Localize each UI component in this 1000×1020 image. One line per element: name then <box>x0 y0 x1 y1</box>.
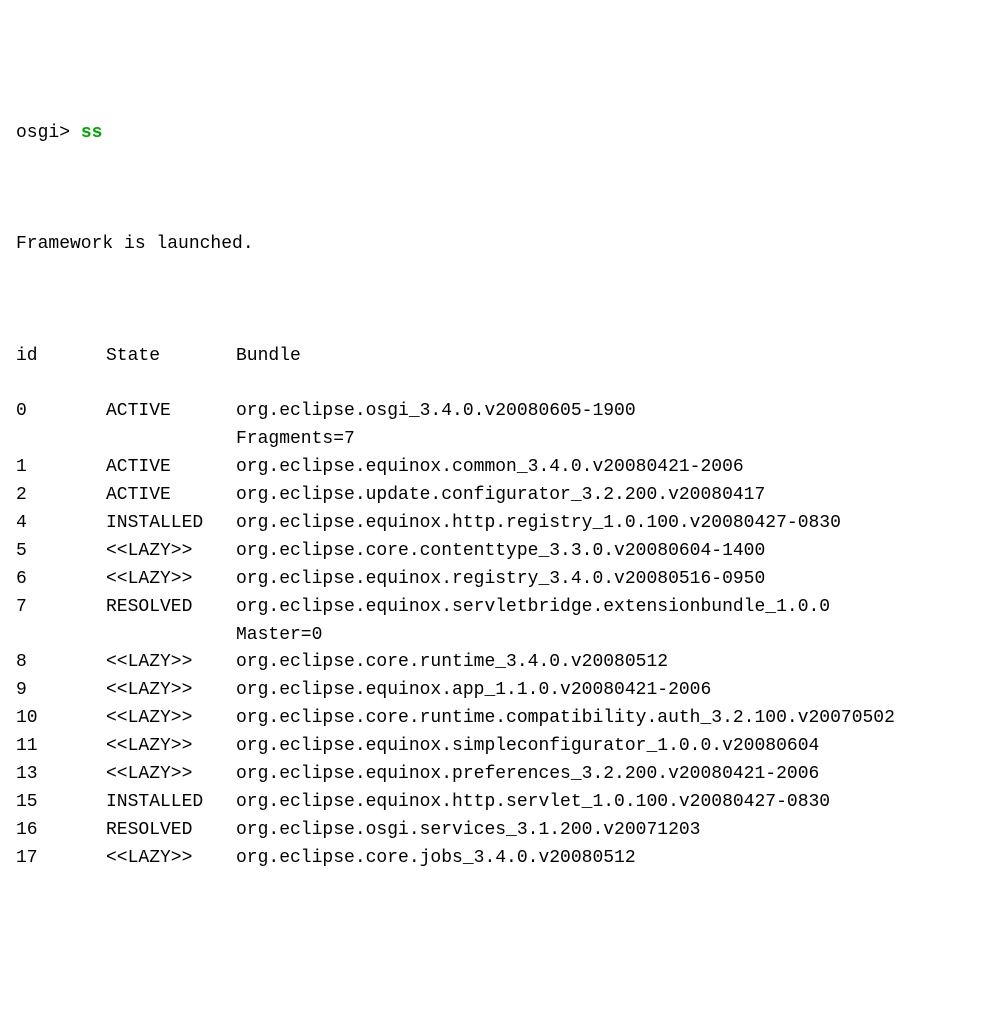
bundle-id: 17 <box>16 845 106 873</box>
bundle-extra: Master=0 <box>236 622 322 650</box>
table-header: idStateBundle <box>16 343 984 371</box>
table-row: 4INSTALLEDorg.eclipse.equinox.http.regis… <box>16 510 984 538</box>
bundle-state: <<LAZY>> <box>106 677 236 705</box>
table-row: 13<<LAZY>>org.eclipse.equinox.preference… <box>16 761 984 789</box>
bundle-state: ACTIVE <box>106 398 236 426</box>
bundle-state: ACTIVE <box>106 454 236 482</box>
header-bundle: Bundle <box>236 343 984 371</box>
table-row: 5<<LAZY>>org.eclipse.core.contenttype_3.… <box>16 538 984 566</box>
blank-line <box>16 287 984 315</box>
bundle-state: RESOLVED <box>106 817 236 845</box>
table-row: 2ACTIVEorg.eclipse.update.configurator_3… <box>16 482 984 510</box>
bundle-name: org.eclipse.core.contenttype_3.3.0.v2008… <box>236 538 984 566</box>
table-row-extra: Fragments=7 <box>16 426 984 454</box>
bundle-state: <<LAZY>> <box>106 733 236 761</box>
prompt-text: osgi> <box>16 123 70 143</box>
command-text: ss <box>81 123 103 143</box>
header-id: id <box>16 343 106 371</box>
blank-line <box>16 175 984 203</box>
table-row: 10<<LAZY>>org.eclipse.core.runtime.compa… <box>16 705 984 733</box>
bundle-name: org.eclipse.equinox.servletbridge.extens… <box>236 594 984 622</box>
bundle-id: 15 <box>16 789 106 817</box>
table-row: 7RESOLVEDorg.eclipse.equinox.servletbrid… <box>16 594 984 622</box>
table-row: 8<<LAZY>>org.eclipse.core.runtime_3.4.0.… <box>16 649 984 677</box>
table-row: 16RESOLVEDorg.eclipse.osgi.services_3.1.… <box>16 817 984 845</box>
bundle-name: org.eclipse.osgi_3.4.0.v20080605-1900 <box>236 398 984 426</box>
bundle-id: 6 <box>16 566 106 594</box>
bundle-name: org.eclipse.equinox.http.registry_1.0.10… <box>236 510 984 538</box>
table-row: 17<<LAZY>>org.eclipse.core.jobs_3.4.0.v2… <box>16 845 984 873</box>
bundle-id: 16 <box>16 817 106 845</box>
bundle-name: org.eclipse.core.runtime.compatibility.a… <box>236 705 984 733</box>
bundle-id: 2 <box>16 482 106 510</box>
status-line: Framework is launched. <box>16 231 984 259</box>
header-state: State <box>106 343 236 371</box>
bundle-id: 9 <box>16 677 106 705</box>
table-row: 0ACTIVEorg.eclipse.osgi_3.4.0.v20080605-… <box>16 398 984 426</box>
extra-indent <box>16 426 236 454</box>
prompt-line[interactable]: osgi> ss <box>16 120 984 148</box>
bundle-state: INSTALLED <box>106 789 236 817</box>
bundle-state: <<LAZY>> <box>106 649 236 677</box>
bundle-name: org.eclipse.equinox.preferences_3.2.200.… <box>236 761 984 789</box>
table-row: 1ACTIVEorg.eclipse.equinox.common_3.4.0.… <box>16 454 984 482</box>
bundle-state: <<LAZY>> <box>106 761 236 789</box>
bundle-id: 8 <box>16 649 106 677</box>
bundle-name: org.eclipse.osgi.services_3.1.200.v20071… <box>236 817 984 845</box>
bundle-state: <<LAZY>> <box>106 705 236 733</box>
table-row: 9<<LAZY>>org.eclipse.equinox.app_1.1.0.v… <box>16 677 984 705</box>
bundle-id: 0 <box>16 398 106 426</box>
bundle-state: RESOLVED <box>106 594 236 622</box>
bundle-id: 1 <box>16 454 106 482</box>
table-row: 15INSTALLEDorg.eclipse.equinox.http.serv… <box>16 789 984 817</box>
rows-container: 0ACTIVEorg.eclipse.osgi_3.4.0.v20080605-… <box>16 398 984 872</box>
bundle-name: org.eclipse.update.configurator_3.2.200.… <box>236 482 984 510</box>
bundle-state: <<LAZY>> <box>106 566 236 594</box>
bundle-state: <<LAZY>> <box>106 845 236 873</box>
bundle-state: ACTIVE <box>106 482 236 510</box>
table-row: 11<<LAZY>>org.eclipse.equinox.simpleconf… <box>16 733 984 761</box>
bundle-id: 5 <box>16 538 106 566</box>
bundle-extra: Fragments=7 <box>236 426 355 454</box>
bundle-name: org.eclipse.equinox.http.servlet_1.0.100… <box>236 789 984 817</box>
bundle-name: org.eclipse.core.runtime_3.4.0.v20080512 <box>236 649 984 677</box>
bundle-name: org.eclipse.equinox.registry_3.4.0.v2008… <box>236 566 984 594</box>
bundle-id: 4 <box>16 510 106 538</box>
bundle-state: INSTALLED <box>106 510 236 538</box>
bundle-id: 10 <box>16 705 106 733</box>
bundle-id: 11 <box>16 733 106 761</box>
bundle-id: 13 <box>16 761 106 789</box>
bundle-name: org.eclipse.equinox.common_3.4.0.v200804… <box>236 454 984 482</box>
bundle-name: org.eclipse.equinox.simpleconfigurator_1… <box>236 733 984 761</box>
bundle-name: org.eclipse.core.jobs_3.4.0.v20080512 <box>236 845 984 873</box>
table-row: 6<<LAZY>>org.eclipse.equinox.registry_3.… <box>16 566 984 594</box>
bundle-id: 7 <box>16 594 106 622</box>
extra-indent <box>16 622 236 650</box>
table-row-extra: Master=0 <box>16 622 984 650</box>
bundle-state: <<LAZY>> <box>106 538 236 566</box>
bundle-name: org.eclipse.equinox.app_1.1.0.v20080421-… <box>236 677 984 705</box>
